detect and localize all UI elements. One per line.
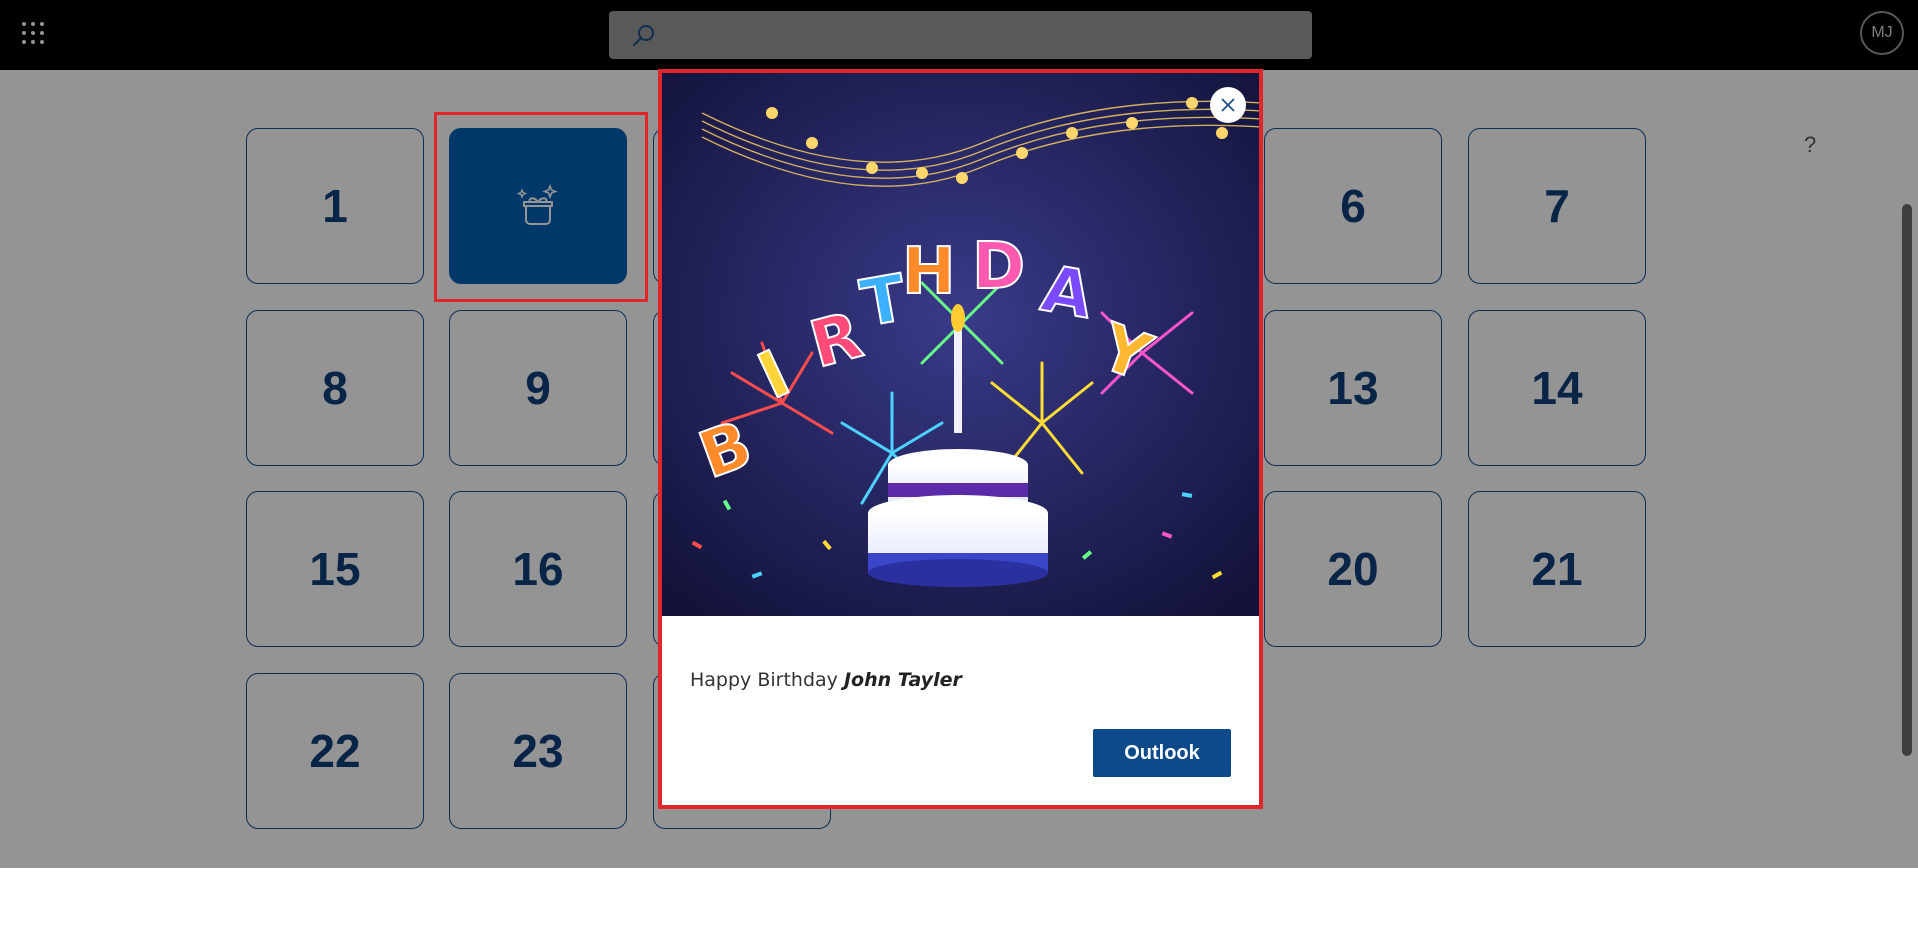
message-prefix: Happy Birthday [690, 669, 844, 691]
close-icon [1221, 98, 1235, 112]
svg-text:H: H [902, 235, 956, 309]
birthday-dialog: B I R T H D A Y Happy Birthday John Tayl… [658, 69, 1263, 809]
close-button[interactable] [1210, 87, 1246, 123]
happy-birthday-cake-fireworks-image: B I R T H D A Y [662, 73, 1259, 616]
active-tile-highlight [434, 112, 648, 302]
svg-text:D: D [972, 230, 1025, 304]
person-name: John Tayler [843, 669, 962, 691]
birthday-message: Happy Birthday John Tayler [690, 669, 962, 691]
outlook-button[interactable]: Outlook [1093, 729, 1231, 777]
